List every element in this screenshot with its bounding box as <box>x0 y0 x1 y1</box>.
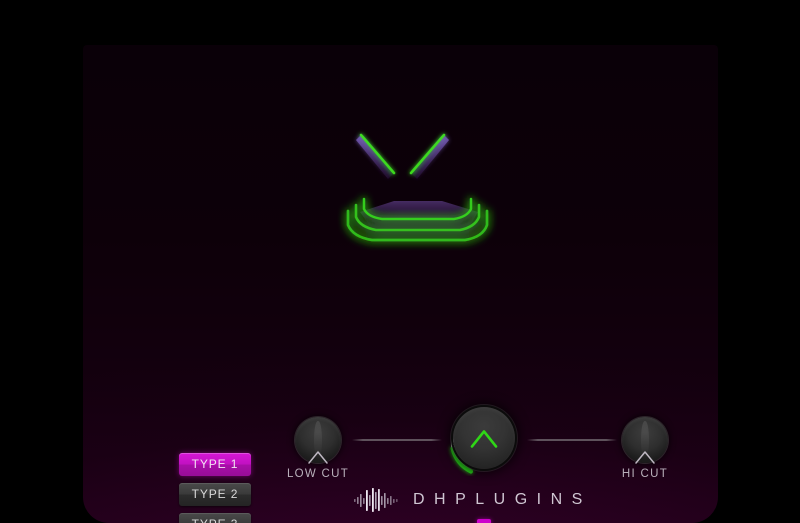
brand-row: DHPLUGINS <box>353 486 592 514</box>
hi-cut-control: HI CUT <box>610 417 680 480</box>
brand-name: DHPLUGINS <box>413 491 592 508</box>
type-2-button[interactable]: TYPE 2 <box>179 483 251 506</box>
waveform-icon <box>354 488 398 512</box>
slider-thumb[interactable] <box>476 519 491 523</box>
connector-line-right <box>527 439 617 441</box>
hi-cut-label: HI CUT <box>621 468 669 480</box>
glowing-grin-logo-art <box>346 133 489 242</box>
low-cut-label: LOW CUT <box>286 468 350 480</box>
main-knob-control <box>446 400 522 476</box>
type-button-group: TYPE 1 TYPE 2 TYPE 3 <box>179 453 251 523</box>
type-1-button[interactable]: TYPE 1 <box>179 453 251 476</box>
plugin-window: TYPE 1 TYPE 2 TYPE 3 CLIP XTRA ? LOW CUT… <box>83 45 718 523</box>
knob-pointer-chevron-icon <box>308 451 328 464</box>
low-cut-knob[interactable] <box>295 417 341 464</box>
hi-cut-knob[interactable] <box>622 417 668 464</box>
connector-line-left <box>352 439 442 441</box>
knob-pointer-chevron-icon <box>635 451 655 464</box>
hero-art-glowing-logo <box>320 113 520 273</box>
type-3-button[interactable]: TYPE 3 <box>179 513 251 523</box>
main-knob[interactable] <box>453 407 515 469</box>
low-cut-control: LOW CUT <box>283 417 353 480</box>
main-knob-chevron-icon <box>470 430 498 448</box>
